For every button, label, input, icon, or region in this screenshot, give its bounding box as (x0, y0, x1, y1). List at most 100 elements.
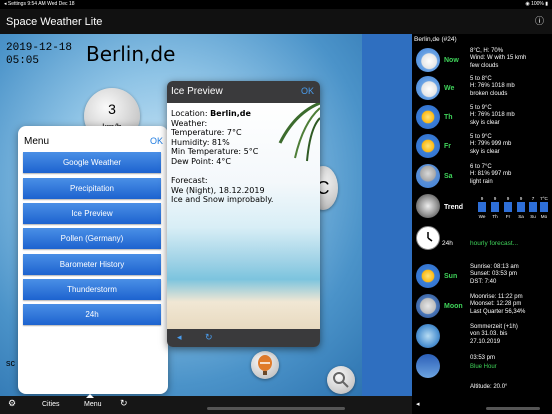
refresh-icon[interactable]: ↻ (120, 398, 128, 409)
summer-time-row[interactable]: Sommerzeit (+1h) von 31.03. bis 27.10.20… (414, 324, 550, 350)
h24-label: 24h (442, 240, 453, 247)
menu-item-ice-preview[interactable]: Ice Preview (23, 203, 161, 224)
panel-back-icon[interactable]: ◂ (416, 400, 420, 408)
time-label: 05:05 (6, 55, 40, 67)
forecast-text: 5 to 9°C H: 79% 999 mb sky is clear (470, 134, 512, 155)
info-icon[interactable]: ⓘ (535, 14, 544, 27)
hourly-row[interactable] (414, 226, 550, 252)
ice-details: Weather: Temperature: 7°C Humidity: 81% … (171, 118, 274, 205)
forecast-text: 6 to 7°C H: 81% 997 mb light rain (470, 164, 512, 185)
date-time: 2019-12-18 05:05 (6, 42, 72, 68)
tab-menu[interactable]: Menu (84, 401, 102, 408)
rain-icon (416, 164, 440, 188)
trend-bar (529, 202, 537, 212)
status-right: ◉ 100% ▮ (525, 1, 548, 7)
ice-preview-ok-button[interactable]: OK (301, 86, 314, 96)
sun-label: Sun (444, 273, 458, 280)
trend-day: Mo (540, 214, 548, 219)
blue-hour-time: 03:53 pm (470, 355, 496, 361)
menu-item-precipitation[interactable]: Precipitation (23, 178, 161, 199)
trend-day: Fr (505, 214, 511, 219)
tab-indicator (86, 394, 94, 398)
ice-preview-popover: Ice Preview OK Location: Berlin,de Weath… (167, 81, 320, 347)
wind-value: 3 (108, 101, 116, 117)
summer-time-text: Sommerzeit (+1h) von 31.03. bis 27.10.20… (470, 324, 518, 345)
home-indicator (486, 407, 540, 410)
clock-icon (416, 226, 440, 250)
back-icon[interactable]: ◂ (177, 332, 182, 343)
altitude-row[interactable]: Altitude: 20.0° (414, 384, 550, 396)
forecast-day: Fr (444, 143, 451, 150)
settings-icon[interactable]: ⚙ (8, 398, 16, 409)
sun-text: Sunrise: 08:13 am Sunset: 03:53 pm DST: … (470, 264, 519, 285)
trend-label: Trend (444, 204, 464, 211)
moon-label: Moon (444, 303, 463, 310)
home-indicator (207, 407, 345, 410)
trend-day: We (478, 214, 486, 219)
trend-top: 9 (519, 196, 523, 201)
forecast-day: Th (444, 114, 453, 121)
ice-preview-text: Location: Berlin,de Weather: Temperature… (171, 109, 273, 205)
location-label: Location: (171, 109, 211, 118)
moon-text: Moonrise: 11:22 pm Moonset: 12:28 pm Las… (470, 294, 526, 315)
trend-top: 9 (506, 196, 510, 201)
forecast-row-fr[interactable]: Fr 5 to 9°C H: 79% 999 mb sky is clear (414, 134, 550, 160)
panel-title: Berlin,de (#24) (414, 36, 457, 43)
trend-row[interactable]: Trend 9 9 9 9 7 7°C We Th Fr Sa Su Mo (414, 194, 550, 224)
palm-leaves-image (278, 103, 320, 162)
forecast-day: We (444, 85, 455, 92)
trend-bar (517, 202, 525, 212)
panel-bar (412, 396, 552, 414)
menu-item-pollen[interactable]: Pollen (Germany) (23, 228, 161, 249)
trend-day: Sa (518, 214, 524, 219)
moon-icon (416, 294, 440, 318)
trend-day: Th (492, 214, 498, 219)
forecast-day: Now (444, 57, 459, 64)
globe-icon (416, 324, 440, 348)
forecast-day: Sa (444, 173, 453, 180)
blue-hour-row[interactable]: 03:53 pm Blue Hour (414, 354, 550, 380)
status-left: ◂ Settings 9:54 AM Wed Dec 18 (4, 1, 75, 7)
tab-cities[interactable]: Cities (42, 401, 60, 408)
menu-title: Menu (24, 136, 50, 147)
trend-icon (416, 194, 440, 218)
sun-row[interactable]: Sun Sunrise: 08:13 am Sunset: 03:53 pm D… (414, 264, 550, 290)
altitude-text: Altitude: 20.0° (470, 384, 508, 390)
forecast-row-we[interactable]: We 5 to 8°C H: 76% 1018 mb broken clouds (414, 76, 550, 102)
menu-item-24h[interactable]: 24h (23, 304, 161, 325)
blue-hour-label: Blue Hour (470, 364, 497, 370)
blue-hour-icon (416, 354, 440, 378)
menu-item-barometer-history[interactable]: Barometer History (23, 254, 161, 275)
menu-ok-button[interactable]: OK (150, 136, 163, 146)
moon-row[interactable]: Moon Moonrise: 11:22 pm Moonset: 12:28 p… (414, 294, 550, 320)
sun-icon (416, 134, 440, 158)
forecast-text: 8°C, H: 70% Wind: W with 15 kmh few clou… (470, 48, 527, 69)
trend-bar (504, 202, 512, 212)
hourly-forecast-link[interactable]: hourly forecast... (470, 240, 518, 247)
ice-preview-title: Ice Preview (171, 86, 223, 97)
ice-preview-toolbar (167, 329, 320, 347)
balloon-icon[interactable] (251, 351, 279, 379)
cloud-icon (416, 76, 440, 100)
trend-top: 7°C (540, 196, 548, 201)
forecast-row-now[interactable]: Now 8°C, H: 70% Wind: W with 15 kmh few … (414, 48, 550, 74)
trend-bar (491, 202, 499, 212)
menu-item-google-weather[interactable]: Google Weather (23, 152, 161, 173)
tab-bar (0, 396, 412, 414)
city-title: Berlin,de (86, 42, 176, 66)
reload-icon[interactable]: ↻ (205, 332, 213, 343)
sun-icon (416, 105, 440, 129)
menu-item-thunderstorm[interactable]: Thunderstorm (23, 279, 161, 300)
forecast-row-sa[interactable]: Sa 6 to 7°C H: 81% 997 mb light rain (414, 164, 550, 190)
trend-top: 9 (493, 196, 497, 201)
sun-icon (416, 264, 440, 288)
trend-top: 9 (480, 196, 484, 201)
trend-bar (540, 202, 548, 212)
app-title: Space Weather Lite (6, 16, 103, 28)
zoom-icon[interactable] (327, 366, 355, 394)
forecast-row-th[interactable]: Th 5 to 9°C H: 76% 1018 mb sky is clear (414, 105, 550, 131)
trend-bar (478, 202, 486, 212)
cloud-icon (416, 48, 440, 72)
date-label: 2019-12-18 (6, 42, 73, 54)
menu-popover: Menu OK Google Weather Precipitation Ice… (18, 126, 168, 394)
